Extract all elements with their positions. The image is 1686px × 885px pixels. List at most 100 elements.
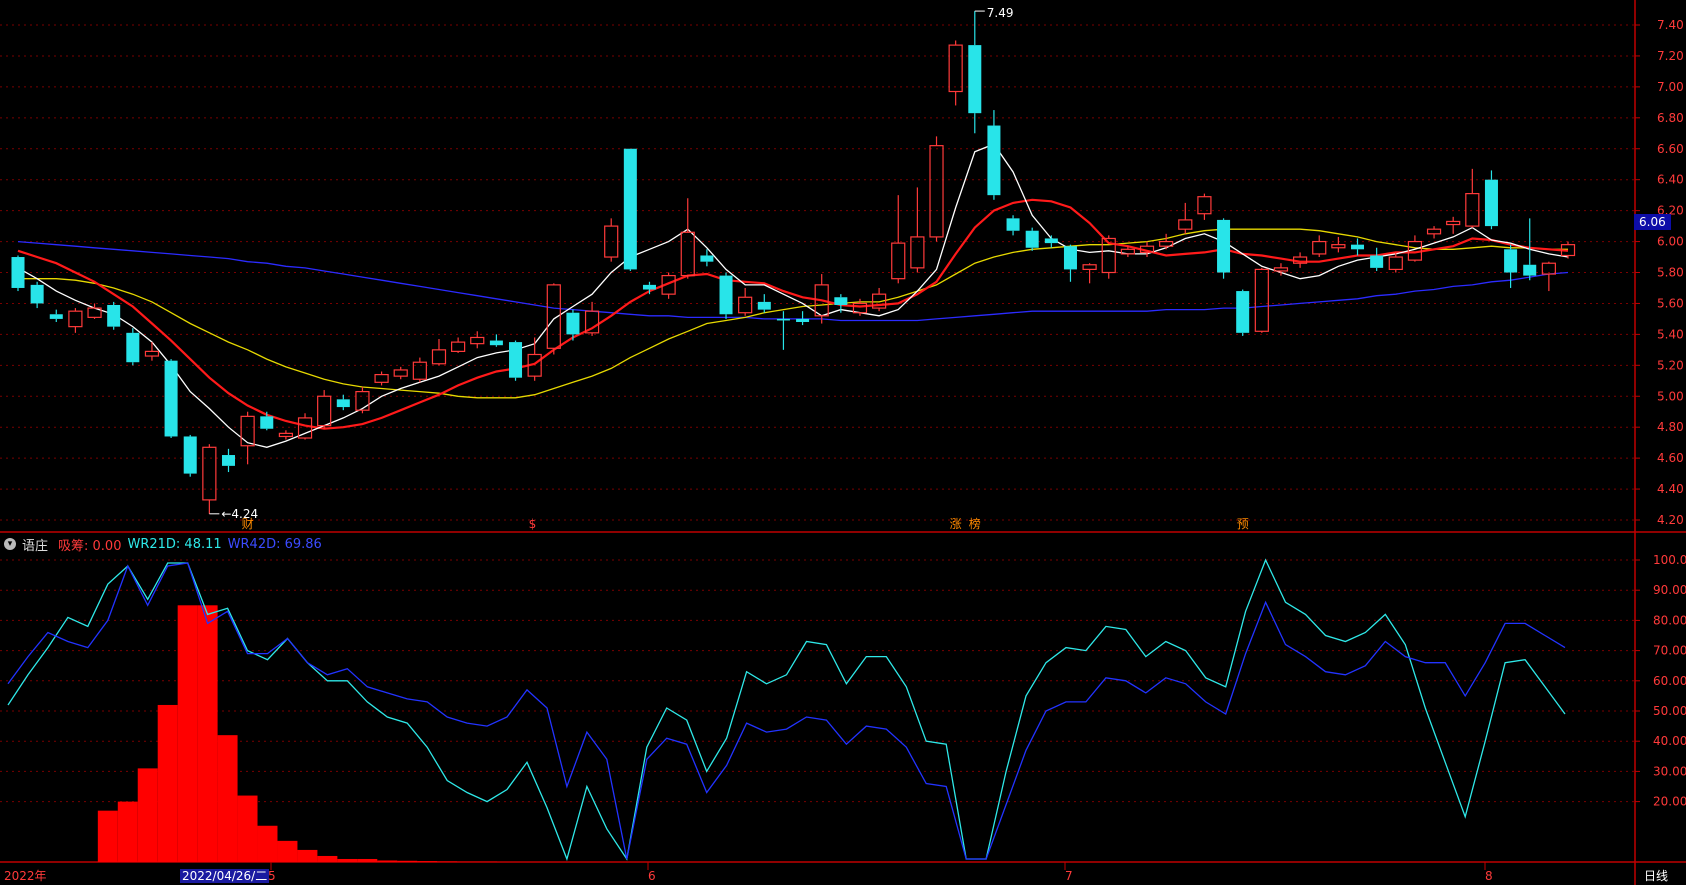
- candle: [623, 148, 637, 271]
- accum-bar: [197, 605, 218, 862]
- accum-bar: [417, 861, 438, 862]
- candle: [1484, 170, 1498, 230]
- accum-bar: [317, 855, 338, 862]
- price-tick-label: 4.80: [1657, 420, 1684, 434]
- candle-body: [1217, 219, 1231, 273]
- indicator-tick-label: 20.00: [1653, 795, 1686, 809]
- accum-bar: [337, 858, 358, 862]
- candle: [910, 187, 925, 273]
- event-marker: $: [529, 517, 537, 531]
- grid-lines: [0, 0, 1686, 885]
- candle-body: [968, 45, 982, 114]
- candle-body: [642, 284, 656, 290]
- candle-body: [68, 310, 83, 328]
- indicator-name[interactable]: 语庄: [22, 535, 48, 554]
- price-tick-label: 4.20: [1657, 513, 1684, 527]
- accum-bar: [237, 795, 258, 862]
- candle: [11, 255, 25, 292]
- indicator-tick-label: 40.00: [1653, 734, 1686, 748]
- candle: [1370, 247, 1384, 271]
- accum-bar: [397, 860, 418, 862]
- candle: [278, 430, 294, 440]
- indicator-tick-label: 30.00: [1653, 764, 1686, 778]
- candle: [1465, 168, 1480, 228]
- candle: [1217, 218, 1231, 279]
- candle-body: [278, 432, 294, 438]
- candle: [1426, 226, 1442, 239]
- stock-chart[interactable]: 7.49←4.24财 $ 涨榜预 7.407.207.006.806.606.406…: [0, 0, 1686, 885]
- candle-body: [1370, 255, 1384, 268]
- candle-body: [11, 257, 25, 288]
- collapse-toggle-icon[interactable]: ▾: [4, 538, 16, 550]
- candle-body: [30, 284, 44, 304]
- candle: [126, 328, 140, 366]
- candle-body: [834, 297, 848, 305]
- accum-bar: [257, 825, 278, 862]
- candle: [317, 390, 332, 429]
- candle: [948, 40, 963, 106]
- accum-bar: [137, 768, 158, 862]
- candle: [374, 371, 389, 386]
- candle-body: [719, 275, 733, 315]
- candle: [1254, 267, 1269, 333]
- candle-body: [1446, 220, 1461, 226]
- indicator-tick-label: 90.00: [1653, 583, 1686, 597]
- candle: [1197, 193, 1212, 220]
- price-tick-label: 5.60: [1657, 296, 1684, 310]
- candle-body: [1197, 196, 1212, 215]
- accum-bar: [437, 861, 458, 862]
- candle: [1178, 202, 1193, 234]
- candle: [604, 218, 619, 262]
- selected-date: 2022/04/26/二: [180, 869, 270, 883]
- candle-body: [796, 318, 810, 322]
- price-panel[interactable]: 7.49←4.24财 $ 涨榜预: [11, 6, 1576, 531]
- candle: [700, 249, 714, 267]
- candle-body: [509, 342, 523, 378]
- candle-body: [431, 349, 447, 365]
- accum-bar: [357, 858, 378, 862]
- candle: [872, 287, 887, 312]
- candle-body: [202, 446, 217, 501]
- period-mode-label[interactable]: 日线: [1644, 868, 1668, 885]
- candle-body: [164, 360, 178, 437]
- candle-body: [1465, 193, 1480, 227]
- candle-body: [1312, 240, 1327, 255]
- candle: [509, 340, 523, 381]
- candle-body: [680, 231, 695, 277]
- price-tick-label: 7.20: [1657, 49, 1684, 63]
- candle: [1541, 261, 1556, 292]
- price-tick-label: 4.60: [1657, 451, 1684, 465]
- candle-body: [1351, 244, 1365, 250]
- candle: [1351, 238, 1365, 256]
- candle: [336, 394, 350, 411]
- candle: [968, 11, 982, 134]
- candle: [240, 411, 255, 465]
- candle-body: [948, 44, 963, 93]
- candle: [68, 308, 83, 333]
- candle: [1063, 244, 1077, 282]
- accum-bar: [297, 849, 318, 862]
- candle-body: [126, 332, 140, 363]
- candle: [1523, 218, 1537, 281]
- candle: [1236, 289, 1250, 336]
- candle-body: [1044, 238, 1058, 244]
- year-label: 2022年: [4, 869, 47, 883]
- event-marker: 涨: [950, 516, 962, 531]
- candle-body: [1178, 219, 1193, 230]
- candle: [891, 195, 906, 284]
- candle-body: [49, 314, 63, 319]
- candle-body: [355, 391, 370, 411]
- candle: [1504, 244, 1518, 288]
- candle-body: [1082, 264, 1097, 271]
- month-label-8: 8: [1485, 869, 1493, 883]
- candle: [451, 337, 466, 353]
- ma5-line: [17, 143, 1569, 448]
- accum-bar: [217, 735, 238, 862]
- candle: [1312, 235, 1327, 258]
- price-tick-label: 5.80: [1657, 266, 1684, 280]
- accum-bar: [177, 605, 198, 862]
- candle: [412, 357, 427, 383]
- accum-value-label: 吸筹: 0.00: [58, 538, 122, 554]
- candle-body: [107, 304, 121, 327]
- candle-body: [1236, 291, 1250, 333]
